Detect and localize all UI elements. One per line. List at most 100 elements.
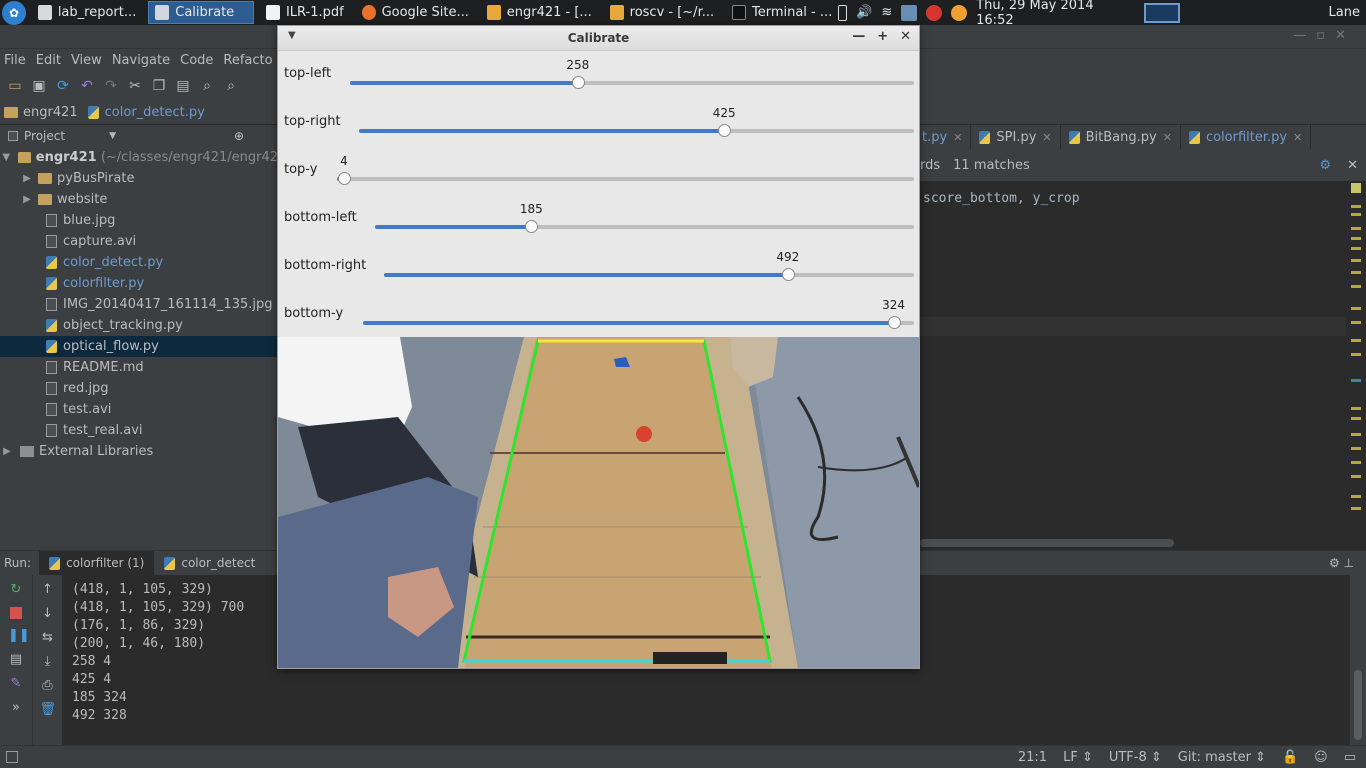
arrow-up-icon[interactable]: ↑ [40, 583, 56, 597]
run-tab-color-detect[interactable]: color_detect [154, 551, 265, 575]
breadcrumb-file[interactable]: color_detect.py [84, 105, 211, 120]
arrow-down-icon[interactable]: ↓ [40, 607, 56, 621]
chevron-down-icon[interactable]: ▼ [109, 131, 116, 141]
alert-icon[interactable] [926, 4, 943, 21]
update-icon[interactable] [951, 4, 968, 21]
menu-file[interactable]: File [0, 53, 32, 68]
task-firefox[interactable]: Google Site... [356, 1, 475, 24]
slider-track[interactable]: 425 [359, 106, 914, 137]
menu-view[interactable]: View [67, 53, 108, 68]
scroll-thumb[interactable] [1354, 670, 1362, 740]
menu-code[interactable]: Code [176, 53, 219, 68]
tab-spi[interactable]: SPI.py ✕ [971, 125, 1061, 149]
slider-track[interactable]: 185 [375, 202, 914, 233]
run-tab-colorfilter[interactable]: colorfilter (1) [39, 551, 155, 575]
chevron-right-icon[interactable]: ▶ [20, 173, 34, 184]
cursor-position[interactable]: 21:1 [1018, 750, 1047, 765]
copy-icon[interactable]: ❐ [150, 77, 168, 95]
task-lab-report[interactable]: lab_report... [32, 1, 142, 24]
event-log-icon[interactable]: ▭ [1344, 750, 1356, 765]
calibrate-titlebar[interactable]: ▼ Calibrate — + ✕ [278, 26, 919, 51]
close-icon[interactable]: ✕ [1347, 158, 1358, 173]
slider-handle[interactable] [718, 124, 732, 137]
slider-track[interactable]: 492 [384, 250, 914, 281]
tab-file[interactable]: t.py ✕ [920, 125, 972, 149]
open-folder-icon[interactable]: ▭ [6, 77, 24, 95]
tree-item-optical-flow[interactable]: optical_flow.py [0, 336, 278, 357]
stop-icon[interactable] [10, 607, 22, 619]
breadcrumb-project[interactable]: engr421 [0, 105, 84, 120]
menu-edit[interactable]: Edit [32, 53, 67, 68]
tree-item-test-avi[interactable]: test.avi [0, 399, 278, 420]
slider-handle[interactable] [781, 268, 795, 281]
battery-icon[interactable] [838, 4, 848, 21]
tree-item-colorfilter[interactable]: colorfilter.py [0, 273, 278, 294]
tree-item-test-real-avi[interactable]: test_real.avi [0, 420, 278, 441]
close-icon[interactable]: ✕ [900, 29, 911, 44]
paste-icon[interactable]: ▤ [174, 77, 192, 95]
pin-icon[interactable]: ✎ [8, 677, 24, 691]
pause-icon[interactable]: ❚❚ [8, 629, 30, 643]
tree-item-website[interactable]: ▶ website [0, 189, 278, 210]
tree-item-blue-jpg[interactable]: blue.jpg [0, 210, 278, 231]
console-scrollbar[interactable] [1350, 575, 1366, 745]
menu-navigate[interactable]: Navigate [108, 53, 176, 68]
slider-track[interactable]: 4 [337, 154, 914, 185]
project-panel-title[interactable]: Project [24, 129, 65, 143]
window-controls[interactable]: —▫✕ [1293, 28, 1356, 43]
close-icon[interactable]: ✕ [1293, 131, 1302, 144]
tree-item-readme[interactable]: README.md [0, 357, 278, 378]
close-icon[interactable]: ✕ [1163, 131, 1172, 144]
task-calibrate[interactable]: Calibrate [148, 1, 255, 24]
user-name[interactable]: Lane [1329, 5, 1360, 20]
scroll-from-source-icon[interactable]: ⊕ [234, 129, 244, 143]
cut-icon[interactable]: ✂ [126, 77, 144, 95]
slider-handle[interactable] [525, 220, 539, 233]
task-engr421[interactable]: engr421 - [... [481, 1, 598, 24]
scroll-thumb[interactable] [920, 539, 1174, 547]
more-icon[interactable]: » [8, 701, 24, 715]
tree-root[interactable]: ▼ engr421 (~/classes/engr421/engr42 [0, 147, 278, 168]
slider-track[interactable]: 324 [363, 298, 914, 329]
redo-icon[interactable]: ↷ [102, 77, 120, 95]
slider-track[interactable]: 258 [350, 58, 914, 89]
tab-colorfilter[interactable]: colorfilter.py ✕ [1181, 125, 1312, 149]
soft-wrap-icon[interactable]: ⇆ [40, 631, 56, 645]
maximize-icon[interactable]: + [877, 29, 888, 44]
search-option[interactable]: rds [920, 158, 940, 173]
task-roscv[interactable]: roscv - [~/r... [604, 1, 720, 24]
wifi-icon[interactable]: ≋ [881, 5, 892, 20]
window-menu-icon[interactable]: ▼ [288, 30, 296, 41]
find-icon[interactable]: ⌕ [198, 77, 216, 95]
slider-handle[interactable] [337, 172, 351, 185]
line-separator[interactable]: LF ⇕ [1063, 750, 1093, 765]
save-icon[interactable]: ▣ [30, 77, 48, 95]
slider-handle[interactable] [887, 316, 901, 329]
start-menu-icon[interactable]: ✿ [2, 0, 26, 25]
rerun-icon[interactable]: ↻ [8, 583, 24, 597]
scroll-end-icon[interactable]: ⤓ [40, 655, 56, 669]
chevron-right-icon[interactable]: ▶ [0, 446, 14, 457]
tab-bitbang[interactable]: BitBang.py ✕ [1061, 125, 1181, 149]
workspace-switcher-icon[interactable] [1143, 2, 1180, 23]
chevron-down-icon[interactable]: ▼ [0, 152, 12, 163]
task-terminal[interactable]: Terminal - ... [726, 1, 838, 24]
lock-icon[interactable]: 🔓 [1282, 750, 1298, 765]
print-icon[interactable]: ⎙ [40, 679, 56, 693]
close-icon[interactable]: ✕ [953, 131, 962, 144]
settings-icon[interactable]: ⚙ ⊥ [1329, 556, 1366, 570]
code-editor[interactable]: score_bottom, y_crop [920, 181, 1346, 536]
tree-item-img[interactable]: IMG_20140417_161114_135.jpg [0, 294, 278, 315]
clock[interactable]: Thu, 29 May 2014 16:52 [976, 0, 1135, 28]
trash-icon[interactable]: 🗑 [40, 703, 57, 717]
dump-threads-icon[interactable]: ▤ [8, 653, 24, 667]
volume-icon[interactable]: 🔊 [856, 5, 872, 20]
vcs-branch[interactable]: Git: master ⇕ [1178, 750, 1266, 765]
replace-icon[interactable]: ⌕ [222, 77, 240, 95]
sync-icon[interactable]: ⟳ [54, 77, 72, 95]
network-icon[interactable] [901, 4, 918, 21]
settings-icon[interactable]: ⚙ [1319, 158, 1331, 173]
minimize-icon[interactable]: — [852, 29, 865, 44]
horizontal-scrollbar[interactable] [920, 536, 1346, 550]
chevron-right-icon[interactable]: ▶ [20, 194, 34, 205]
